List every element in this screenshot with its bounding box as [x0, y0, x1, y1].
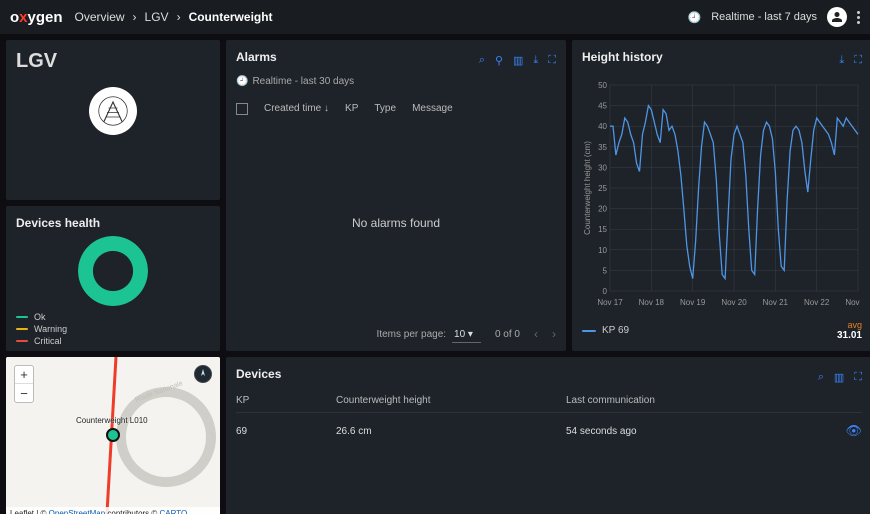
clock-icon: 🕘	[236, 76, 248, 87]
svg-text:0: 0	[603, 287, 608, 296]
search-icon[interactable]: ⌕	[479, 54, 485, 67]
col-message[interactable]: Message	[412, 103, 453, 115]
health-title: Devices health	[16, 216, 210, 230]
svg-text:Nov 21: Nov 21	[763, 298, 789, 307]
table-row[interactable]: 69 26.6 cm 54 seconds ago 👁	[236, 413, 862, 449]
next-page-button[interactable]: ›	[552, 327, 556, 341]
compass-icon[interactable]	[194, 365, 212, 383]
crumb-overview[interactable]: Overview	[75, 10, 125, 24]
zoom-out-button[interactable]: −	[15, 384, 33, 402]
svg-text:50: 50	[598, 81, 607, 90]
svg-text:20: 20	[598, 205, 607, 214]
devices-title: Devices	[236, 367, 281, 381]
health-card: Devices health Ok Warning Critical	[6, 206, 220, 351]
svg-text:10: 10	[598, 246, 607, 255]
col-created-time[interactable]: Created time ↓	[264, 103, 329, 115]
svg-text:Nov 20: Nov 20	[721, 298, 747, 307]
fullscreen-icon[interactable]: ⛶	[548, 54, 556, 67]
time-range-button[interactable]: Realtime - last 7 days	[711, 11, 817, 23]
legend-ok: Ok	[16, 312, 210, 322]
svg-text:Nov 23: Nov 23	[845, 298, 862, 307]
svg-text:25: 25	[598, 184, 607, 193]
svg-text:Nov 18: Nov 18	[639, 298, 665, 307]
clock-icon: 🕘	[688, 11, 702, 24]
svg-text:Counterweight height (cm): Counterweight height (cm)	[583, 141, 592, 235]
crumb-lgv[interactable]: LGV	[145, 10, 169, 24]
series-legend: KP 69	[582, 325, 629, 336]
alarms-title: Alarms	[236, 50, 277, 64]
col-kp[interactable]: KP	[236, 395, 336, 406]
svg-text:Nov 17: Nov 17	[597, 298, 623, 307]
col-height[interactable]: Counterweight height	[336, 395, 566, 406]
filter-icon[interactable]: ⚲	[495, 54, 503, 67]
avg-stat: avg31.01	[837, 320, 862, 341]
breadcrumb: Overview › LGV › Counterweight	[75, 10, 273, 24]
svg-text:45: 45	[598, 102, 607, 111]
height-chart[interactable]: 0 5 10 15 20 25 30 35 40 45 50 Nov 17 Nov 18 Nov 19 No…	[582, 70, 862, 318]
export-icon[interactable]: ⤓	[533, 54, 538, 67]
zoom-in-button[interactable]: +	[15, 366, 33, 384]
chart-title: Height history	[582, 50, 663, 64]
col-type[interactable]: Type	[374, 103, 396, 115]
devices-card: Devices ⌕ ▥ ⛶ KP Counterweight height La…	[226, 357, 870, 514]
avatar[interactable]	[827, 7, 847, 27]
chevron-right-icon: ›	[133, 10, 137, 24]
columns-icon[interactable]: ▥	[513, 54, 523, 67]
entity-title: LGV	[16, 50, 210, 73]
legend-warning: Warning	[16, 324, 210, 334]
svg-text:30: 30	[598, 163, 607, 172]
svg-text:5: 5	[603, 266, 608, 275]
entity-card: LGV	[6, 40, 220, 200]
alarms-range[interactable]: Realtime - last 30 days	[252, 76, 354, 87]
svg-text:35: 35	[598, 143, 607, 152]
page-size-select[interactable]: 10 ▾	[452, 329, 481, 343]
page-range: 0 of 0	[495, 329, 520, 340]
more-icon[interactable]	[857, 11, 860, 24]
prev-page-button[interactable]: ‹	[534, 327, 538, 341]
legend-critical: Critical	[16, 336, 210, 346]
health-donut-chart	[78, 236, 148, 306]
view-icon[interactable]: 👁	[845, 423, 862, 439]
map-marker-label: Counterweight L010	[76, 416, 148, 425]
columns-icon[interactable]: ▥	[834, 371, 844, 384]
svg-text:15: 15	[598, 225, 607, 234]
svg-text:Nov 19: Nov 19	[680, 298, 706, 307]
crumb-current: Counterweight	[189, 10, 273, 24]
map-attribution: Leaflet | © OpenStreetMap contributors ©…	[6, 507, 220, 514]
map-card[interactable]: Route Nationale + − Counterweight L010 L…	[6, 357, 220, 514]
empty-state: No alarms found	[236, 119, 556, 327]
alarms-card: Alarms ⌕ ⚲ ▥ ⤓ ⛶ 🕘 Realtime - last 30 da…	[226, 40, 566, 351]
brand-logo: oxygen	[10, 9, 63, 26]
chevron-right-icon: ›	[177, 10, 181, 24]
svg-text:40: 40	[598, 122, 607, 131]
export-icon[interactable]: ⤓	[839, 54, 844, 67]
col-last[interactable]: Last communication	[566, 395, 862, 406]
svg-text:Nov 22: Nov 22	[804, 298, 830, 307]
search-icon[interactable]: ⌕	[818, 371, 824, 384]
rail-icon	[89, 87, 137, 135]
fullscreen-icon[interactable]: ⛶	[854, 54, 862, 67]
select-all-checkbox[interactable]	[236, 103, 248, 115]
fullscreen-icon[interactable]: ⛶	[854, 371, 862, 384]
col-kp[interactable]: KP	[345, 103, 358, 115]
chart-card: Height history ⤓ ⛶ 0 5 10 15 20 25 30 35 40 45 50 N…	[572, 40, 870, 351]
